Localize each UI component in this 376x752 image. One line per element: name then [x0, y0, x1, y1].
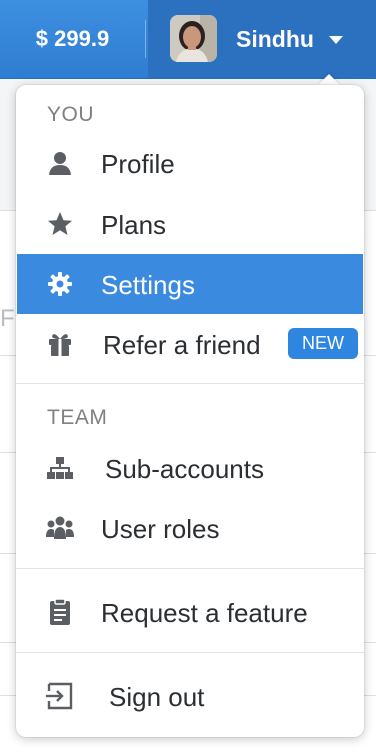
gift-icon — [45, 330, 75, 358]
section-title-team: TEAM — [47, 406, 108, 429]
menu-divider — [16, 383, 364, 384]
menu-divider — [16, 652, 364, 653]
menu-item-refer-a-friend[interactable]: Refer a friend NEW — [17, 314, 363, 374]
menu-item-sign-out[interactable]: Sign out — [17, 666, 363, 726]
background-text-fragment: F — [0, 305, 15, 332]
menu-item-settings[interactable]: Settings — [17, 254, 363, 314]
menu-item-label: Request a feature — [101, 598, 308, 628]
account-balance[interactable]: $ 299.9 — [0, 0, 145, 78]
user-menu-button[interactable]: Sindhu — [148, 0, 376, 78]
menu-item-request-a-feature[interactable]: Request a feature — [17, 582, 363, 642]
menu-item-label: User roles — [101, 514, 220, 544]
menu-item-label: Plans — [101, 210, 167, 240]
avatar — [170, 15, 217, 62]
section-title-you: YOU — [47, 103, 95, 126]
menu-item-label: Sub-accounts — [105, 454, 264, 484]
new-badge: NEW — [288, 328, 358, 359]
menu-item-label: Profile — [101, 149, 175, 179]
clipboard-icon — [45, 598, 75, 626]
menu-item-plans[interactable]: Plans — [17, 194, 363, 254]
menu-item-profile[interactable]: Profile — [17, 133, 363, 193]
user-name: Sindhu — [236, 26, 314, 52]
menu-item-label: Sign out — [109, 682, 205, 712]
user-icon — [45, 149, 75, 177]
user-dropdown-menu: YOU Profile Plans Settings Refer a frien… — [16, 85, 364, 737]
menu-item-label: Refer a friend — [103, 330, 261, 360]
menu-item-sub-accounts[interactable]: Sub-accounts — [17, 438, 363, 498]
sign-out-icon — [45, 682, 75, 710]
star-icon — [45, 210, 75, 238]
sitemap-icon — [45, 454, 75, 482]
menu-item-user-roles[interactable]: User roles — [17, 498, 363, 558]
users-icon — [45, 514, 75, 542]
dropdown-pointer — [318, 74, 340, 85]
chevron-down-icon — [329, 36, 343, 44]
menu-divider — [16, 568, 364, 569]
gear-icon — [45, 270, 75, 298]
top-bar: $ 299.9 Sindhu — [0, 0, 376, 79]
topbar-divider — [145, 20, 146, 58]
avatar-image — [170, 15, 217, 62]
menu-item-label: Settings — [101, 270, 195, 300]
